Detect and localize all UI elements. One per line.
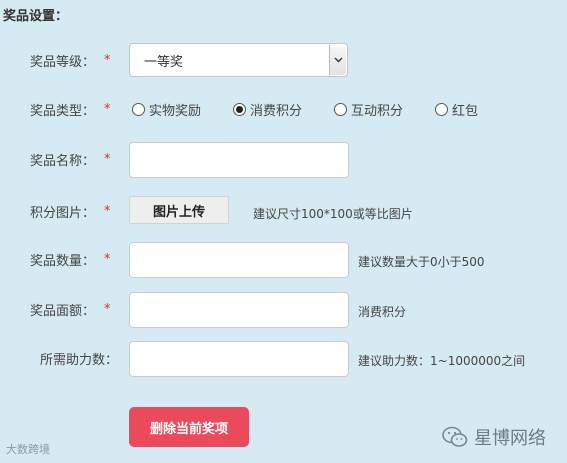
quantity-input[interactable] [129,242,349,278]
radio-option-physical[interactable]: 实物奖励 [132,100,201,119]
quantity-label: 奖品数量： [30,253,96,269]
image-hint: 建议尺寸100*100或等比图片 [253,207,413,221]
watermark-right-text: 星博网络 [474,428,546,449]
radio-button-selected[interactable] [233,102,246,116]
required-mark: * [104,151,111,167]
level-select[interactable]: 一等奖 [129,43,348,77]
row-level: 奖品等级： * 一等奖 [0,43,567,77]
radio-label: 实物奖励 [149,103,202,119]
required-mark: * [104,203,111,219]
image-label: 积分图片： [30,205,96,221]
required-mark: * [104,101,111,117]
radio-button[interactable] [132,102,145,116]
radio-option-interactive-points[interactable]: 互动积分 [334,100,403,119]
required-mark: * [104,251,111,267]
row-assist: 所需助力数： 建议助力数：1~1000000之间 [0,341,567,377]
radio-button[interactable] [435,102,448,116]
assist-input[interactable] [129,341,349,377]
name-label: 奖品名称： [30,153,96,169]
row-name: 奖品名称： * [0,142,567,178]
required-mark: * [104,301,111,317]
type-label: 奖品类型： [30,103,96,119]
radio-label: 红包 [452,103,479,119]
level-label: 奖品等级： [30,54,96,70]
radio-button[interactable] [334,102,347,116]
watermark-left-text: 大数跨境 [6,443,50,456]
level-select-value: 一等奖 [144,54,184,70]
assist-label: 所需助力数： [40,352,119,368]
radio-option-red-packet[interactable]: 红包 [435,100,478,119]
chevron-down-icon[interactable] [329,45,346,75]
row-image: 积分图片： * 图片上传 建议尺寸100*100或等比图片 [0,194,567,228]
assist-hint: 建议助力数：1~1000000之间 [358,354,526,368]
amount-label: 奖品面额： [30,303,96,319]
delete-prize-button[interactable]: 删除当前奖项 [129,407,249,447]
quantity-hint: 建议数量大于0小于500 [358,255,485,269]
amount-hint: 消费积分 [358,305,407,319]
name-input[interactable] [129,142,349,178]
radio-option-consume-points[interactable]: 消费积分 [233,100,302,119]
row-type: 奖品类型： * 实物奖励 消费积分 互动积分 红包 [0,92,567,126]
radio-label: 互动积分 [351,103,404,119]
watermark-right: 星博网络 [442,424,546,450]
amount-input[interactable] [129,292,349,328]
section-title: 奖品设置： [3,9,69,24]
wechat-icon [442,426,468,447]
watermark-left: 大数跨境 [6,441,50,457]
radio-label: 消费积分 [250,103,303,119]
row-quantity: 奖品数量： * 建议数量大于0小于500 [0,242,567,278]
row-amount: 奖品面额： * 消费积分 [0,292,567,328]
upload-image-button[interactable]: 图片上传 [129,196,229,224]
required-mark: * [104,52,111,68]
